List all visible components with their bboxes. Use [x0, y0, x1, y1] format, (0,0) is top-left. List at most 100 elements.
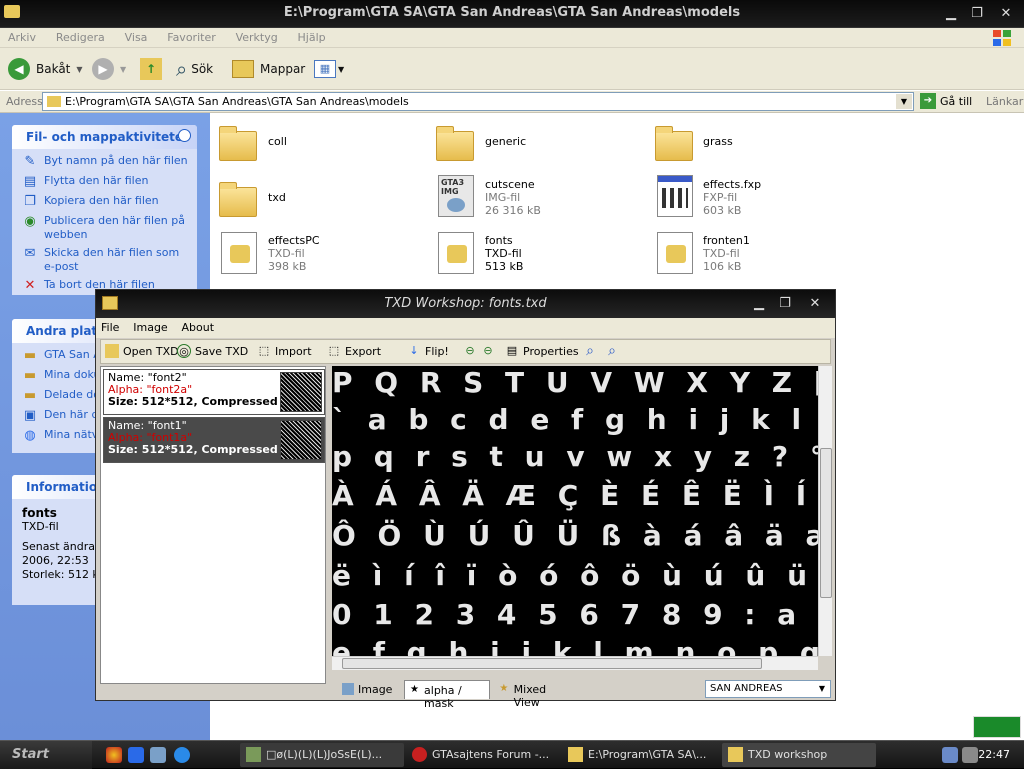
volume-tray-icon[interactable]: [962, 747, 978, 763]
links-button[interactable]: Länkar: [986, 95, 1023, 108]
txd-menu-about[interactable]: About: [177, 318, 220, 334]
scroll-thumb[interactable]: [820, 448, 832, 598]
ie-quicklaunch-icon[interactable]: [174, 747, 190, 763]
back-button[interactable]: ◀ Bakåt ▼: [8, 56, 83, 82]
down-icon[interactable]: ⊖: [481, 344, 495, 358]
properties-button[interactable]: ▤ Properties: [505, 344, 579, 358]
save-txd-button[interactable]: ◎ Save TXD: [177, 344, 248, 358]
file-item[interactable]: cutscene IMG-fil 26 316 kB: [485, 178, 541, 217]
tray-notification-icon[interactable]: [973, 716, 1021, 738]
zoom-in-button[interactable]: ⌕: [583, 344, 601, 358]
copy-icon: ❐: [24, 194, 36, 209]
preview-row: À Á Â Ä Æ Ç È É Ê Ë Ì Í Î Ï Ò: [332, 479, 818, 512]
forward-dropdown-icon[interactable]: ▼: [120, 65, 126, 74]
rename-file-link[interactable]: ✎ Byt namn på den här filen: [22, 154, 191, 170]
open-txd-button[interactable]: Open TXD: [105, 344, 179, 358]
txd-file-icon[interactable]: [655, 230, 695, 274]
txd-menu-image[interactable]: Image: [128, 318, 172, 334]
task-button-explorer[interactable]: E:\Program\GTA SA\...: [562, 743, 718, 767]
browser-icon[interactable]: [106, 747, 122, 763]
file-item[interactable]: txd: [268, 191, 286, 204]
file-tasks-header[interactable]: Fil- och mappaktiviteter: [12, 125, 197, 149]
back-dropdown-icon[interactable]: ▼: [76, 65, 82, 74]
tab-alpha-mask[interactable]: ★ alpha / mask: [404, 680, 490, 710]
flip-button[interactable]: ↓ Flip!: [407, 344, 448, 358]
publish-file-link[interactable]: ◉ Publicera den här filen på webben: [22, 214, 191, 242]
zoom-out-button[interactable]: ⌕: [605, 344, 623, 358]
address-dropdown-icon[interactable]: ▼: [896, 94, 912, 109]
font-select[interactable]: SAN ANDREAS ▼: [705, 680, 831, 698]
import-button[interactable]: ⬚ Import: [257, 344, 312, 358]
file-item[interactable]: effectsPC TXD-fil 398 kB: [268, 234, 320, 273]
menu-visa[interactable]: Visa: [117, 28, 156, 44]
search-button[interactable]: ⌕ Sök: [176, 56, 213, 82]
fxp-file-icon[interactable]: [655, 173, 695, 217]
address-input[interactable]: E:\Program\GTA SA\GTA San Andreas\GTA Sa…: [42, 92, 914, 111]
desktop-icon[interactable]: [150, 747, 166, 763]
menu-redigera[interactable]: Redigera: [48, 28, 113, 44]
close-button[interactable]: ✕: [995, 4, 1017, 23]
file-item[interactable]: fonts TXD-fil 513 kB: [485, 234, 523, 273]
folder-coll-icon[interactable]: [219, 123, 259, 163]
file-item[interactable]: fronten1 TXD-fil 106 kB: [703, 234, 750, 273]
go-button[interactable]: ➔ Gå till: [920, 93, 972, 109]
up-folder-button[interactable]: ↑: [140, 56, 162, 82]
msn-icon: [246, 747, 261, 762]
folder-generic-icon[interactable]: [436, 123, 476, 163]
maximize-button[interactable]: ❐: [966, 4, 988, 23]
txd-minimize-button[interactable]: ▁: [748, 294, 770, 313]
folder-grass-icon[interactable]: [655, 123, 695, 163]
go-label: Gå till: [940, 94, 973, 108]
file-item[interactable]: coll: [268, 135, 287, 148]
title-bar[interactable]: E:\Program\GTA SA\GTA San Andreas\GTA Sa…: [0, 0, 1024, 28]
txd-maximize-button[interactable]: ❐: [774, 294, 796, 313]
copy-file-link[interactable]: ❐ Kopiera den här filen: [22, 194, 191, 210]
texture-item-font2[interactable]: Name: "font2" Alpha: "font2a" Size: 512*…: [103, 369, 325, 415]
up-folder-icon: ↑: [140, 58, 162, 80]
up-icon[interactable]: ⊖: [463, 344, 477, 358]
network-tray-icon[interactable]: [942, 747, 958, 763]
scroll-thumb[interactable]: [342, 658, 762, 669]
texture-preview[interactable]: P Q R S T U V W X Y Z [ \ ] i ` a b c d …: [332, 366, 818, 656]
minimize-button[interactable]: ▁: [940, 4, 962, 23]
txd-close-button[interactable]: ✕: [804, 294, 826, 313]
task-button-forum[interactable]: GTAsajtens Forum -...: [406, 743, 558, 767]
file-item[interactable]: grass: [703, 135, 733, 148]
vertical-scrollbar[interactable]: [818, 366, 832, 656]
ie-icon[interactable]: [128, 747, 144, 763]
txd-title-bar[interactable]: TXD Workshop: fonts.txd ▁ ❐ ✕: [96, 290, 835, 318]
folders-button[interactable]: Mappar: [232, 56, 305, 82]
start-button[interactable]: Start: [0, 741, 92, 769]
texture-item-font1[interactable]: Name: "font1" Alpha: "font1a" Size: 512*…: [103, 417, 325, 463]
menu-arkiv[interactable]: Arkiv: [0, 28, 44, 44]
shared-folder-icon: ▬: [23, 388, 37, 403]
txd-toolbar: Open TXD ◎ Save TXD ⬚ Import ⬚ Export ↓ Flip…: [100, 339, 831, 364]
file-item[interactable]: effects.fxp FXP-fil 603 kB: [703, 178, 761, 217]
menu-favoriter[interactable]: Favoriter: [159, 28, 223, 44]
task-button-msn[interactable]: □ø(L)(L)(L)JoSsE(L)...: [240, 743, 404, 767]
prev-next-buttons[interactable]: ⊖ ⊖: [463, 344, 499, 358]
tab-mixed-view[interactable]: ★ Mixed View: [494, 680, 574, 709]
horizontal-scrollbar[interactable]: [332, 656, 818, 670]
search-label: Sök: [191, 62, 214, 76]
txd-file-icon[interactable]: [219, 230, 259, 274]
file-tasks-panel: Fil- och mappaktiviteter ✎ Byt namn på de…: [12, 125, 197, 295]
views-button[interactable]: ▦ ▼: [314, 56, 344, 82]
tab-image[interactable]: Image: [338, 680, 404, 699]
task-button-txd[interactable]: TXD workshop: [722, 743, 876, 767]
menu-verktyg[interactable]: Verktyg: [228, 28, 286, 44]
txd-menu-file[interactable]: File: [96, 318, 124, 334]
collapse-icon[interactable]: [178, 129, 191, 142]
window-title: E:\Program\GTA SA\GTA San Andreas\GTA Sa…: [283, 5, 741, 20]
forward-button[interactable]: ▶ ▼: [92, 56, 126, 82]
folder-txd-icon[interactable]: [219, 179, 259, 219]
export-button[interactable]: ⬚ Export: [327, 344, 381, 358]
img-file-icon[interactable]: GTA3 IMG: [436, 173, 476, 217]
move-file-link[interactable]: ▤ Flytta den här filen: [22, 174, 191, 190]
txd-file-icon[interactable]: [436, 230, 476, 274]
menu-hjalp[interactable]: Hjälp: [290, 28, 334, 44]
email-file-link[interactable]: ✉ Skicka den här filen som e-post: [22, 246, 191, 274]
file-item[interactable]: generic: [485, 135, 526, 148]
address-label: Adress: [6, 95, 43, 108]
chevron-down-icon[interactable]: ▼: [815, 682, 829, 696]
